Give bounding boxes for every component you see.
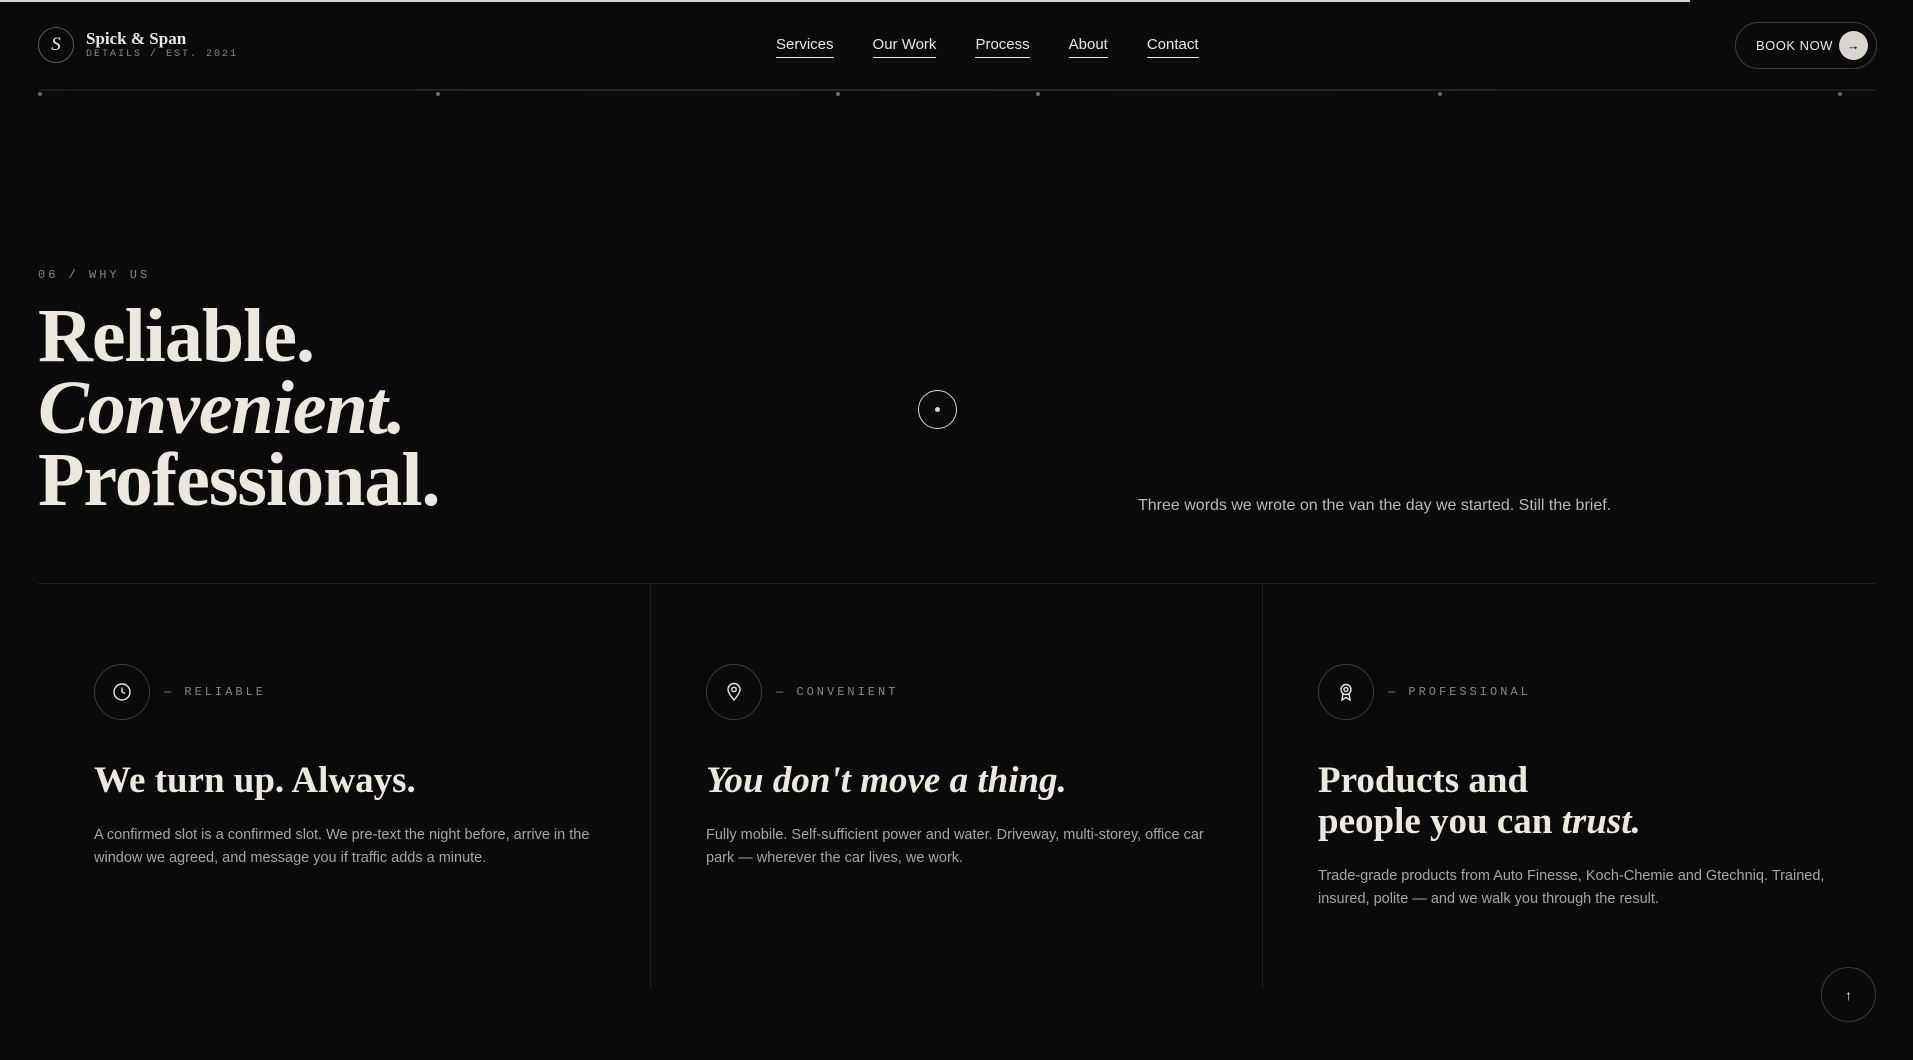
award-ribbon-icon <box>1318 664 1374 720</box>
nav-link-about[interactable]: About <box>1068 36 1108 58</box>
feature-title-line-2-plain: people you can <box>1318 801 1562 842</box>
nav-link-contact[interactable]: Contact <box>1146 36 1199 58</box>
feature-title-line-2-italic: trust. <box>1561 801 1641 842</box>
feature-card-professional: — PROFESSIONAL Products and people you c… <box>1262 584 1874 989</box>
logo-tagline: DETAILS / EST. 2021 <box>86 48 239 60</box>
hero-title-line-2: Convenient. <box>38 366 406 450</box>
timeline-dot <box>1036 92 1040 96</box>
feature-label: — CONVENIENT <box>776 685 899 699</box>
hero-title-line-3: Professional. <box>38 438 440 522</box>
feature-body: Fully mobile. Self-sufficient power and … <box>706 827 1204 866</box>
logo[interactable]: S Spick & Span DETAILS / EST. 2021 <box>38 27 238 63</box>
nav-link-our-work[interactable]: Our Work <box>872 36 937 58</box>
feature-label: — PROFESSIONAL <box>1388 685 1531 699</box>
feature-body: A confirmed slot is a confirmed slot. We… <box>94 827 590 866</box>
site-header: S Spick & Span DETAILS / EST. 2021 Servi… <box>0 0 1913 92</box>
clock-icon <box>94 664 150 720</box>
hero-title: Reliable. Convenient. Professional. <box>38 294 440 522</box>
logo-mark: S <box>38 27 74 63</box>
main-nav: Services Our Work Process About Contact <box>776 36 1238 58</box>
arrow-right-icon: → <box>1839 31 1868 60</box>
feature-title-line-2: people you can trust. <box>1318 801 1641 842</box>
feature-label: — RELIABLE <box>164 685 267 699</box>
scroll-to-top-button[interactable]: ↑ <box>1821 967 1876 1022</box>
location-pin-icon <box>706 664 762 720</box>
timeline-dot <box>38 92 42 96</box>
logo-name: Spick & Span <box>86 28 187 48</box>
timeline-dot <box>1838 92 1842 96</box>
timeline-rule <box>38 89 1876 91</box>
hero-title-line-1: Reliable. <box>38 294 315 378</box>
nav-link-services[interactable]: Services <box>776 36 834 58</box>
arrow-up-icon: ↑ <box>1845 986 1852 1003</box>
feature-body: Trade-grade products from Auto Finesse, … <box>1318 868 1825 907</box>
hero-subtitle: Three words we wrote on the van the day … <box>1138 497 1612 514</box>
feature-title: You don't move a thing. <box>706 760 1067 801</box>
nav-link-process[interactable]: Process <box>975 36 1030 58</box>
timeline-dot <box>436 92 440 96</box>
feature-card-convenient: — CONVENIENT You don't move a thing. Ful… <box>650 584 1262 989</box>
timeline-dot <box>836 92 840 96</box>
section-timeline <box>38 89 1876 97</box>
feature-title: We turn up. Always. <box>94 760 416 801</box>
feature-title-text: You don't move a thing. <box>706 760 1067 801</box>
custom-cursor <box>918 390 957 429</box>
feature-title: Products and people you can trust. <box>1318 760 1641 842</box>
book-now-label: BOOK NOW <box>1756 38 1833 53</box>
logo-text: Spick & Span DETAILS / EST. 2021 <box>86 28 239 61</box>
timeline-dot <box>1438 92 1442 96</box>
feature-title-line-1: Products and <box>1318 760 1529 801</box>
feature-card-reliable: — RELIABLE We turn up. Always. A confirm… <box>38 584 650 989</box>
book-now-button[interactable]: BOOK NOW → <box>1735 22 1877 69</box>
section-eyebrow: 06 / WHY US <box>38 268 151 282</box>
